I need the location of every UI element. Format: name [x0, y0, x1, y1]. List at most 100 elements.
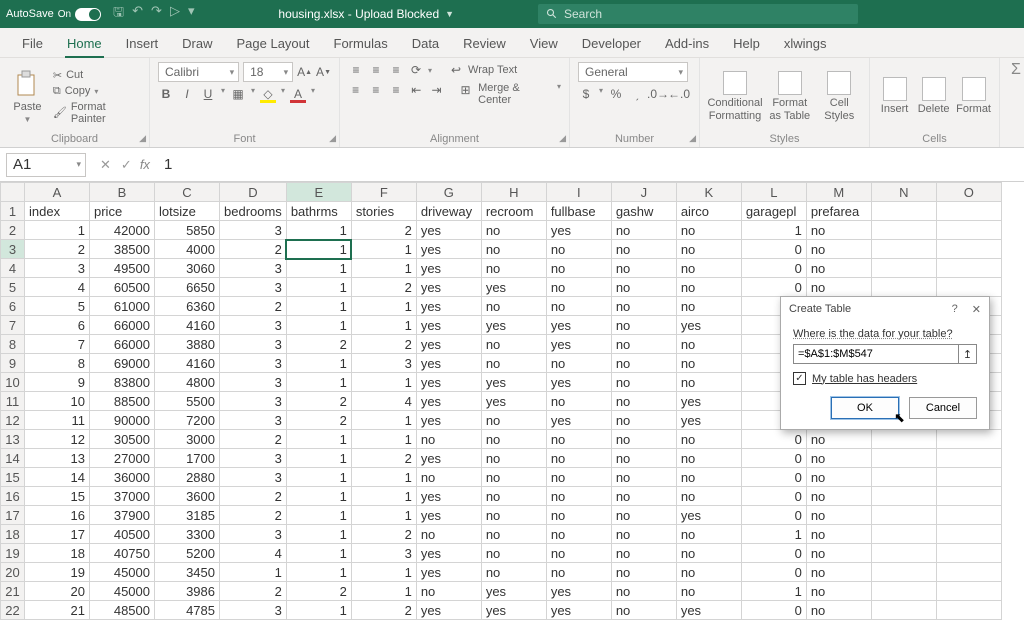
cell[interactable]: yes: [546, 582, 611, 601]
cell[interactable]: 1: [351, 468, 416, 487]
tab-developer[interactable]: Developer: [570, 30, 653, 57]
font-name-combo[interactable]: Calibri: [158, 62, 239, 82]
row-header[interactable]: 1: [1, 202, 25, 221]
cell[interactable]: 8: [25, 354, 90, 373]
align-left-icon[interactable]: ≡: [348, 82, 363, 98]
cell[interactable]: garagepl: [741, 202, 806, 221]
cell[interactable]: recroom: [481, 202, 546, 221]
cell[interactable]: [871, 430, 936, 449]
cell[interactable]: yes: [416, 601, 481, 620]
cell[interactable]: 3: [220, 468, 287, 487]
cell[interactable]: no: [546, 392, 611, 411]
cell[interactable]: [936, 240, 1001, 259]
wrap-text-button[interactable]: Wrap Text: [468, 64, 517, 76]
cell[interactable]: no: [676, 335, 741, 354]
cell[interactable]: 3: [25, 259, 90, 278]
cell[interactable]: 1: [351, 506, 416, 525]
cell[interactable]: [936, 525, 1001, 544]
cell[interactable]: no: [806, 601, 871, 620]
close-icon[interactable]: ✕: [972, 303, 981, 316]
touch-icon[interactable]: ▷: [170, 3, 180, 25]
cell[interactable]: yes: [481, 278, 546, 297]
cell[interactable]: 1: [351, 240, 416, 259]
cell[interactable]: 10: [25, 392, 90, 411]
cell[interactable]: [871, 506, 936, 525]
cell[interactable]: no: [481, 525, 546, 544]
cell[interactable]: [871, 259, 936, 278]
cell[interactable]: yes: [676, 411, 741, 430]
cell[interactable]: 0: [741, 449, 806, 468]
column-header-C[interactable]: C: [155, 183, 220, 202]
tab-home[interactable]: Home: [55, 30, 114, 57]
cell[interactable]: yes: [546, 335, 611, 354]
column-header-D[interactable]: D: [220, 183, 287, 202]
row-header[interactable]: 16: [1, 487, 25, 506]
cell[interactable]: no: [611, 221, 676, 240]
cell[interactable]: no: [546, 297, 611, 316]
cell[interactable]: no: [611, 430, 676, 449]
cell[interactable]: no: [806, 449, 871, 468]
cell[interactable]: [936, 487, 1001, 506]
cell[interactable]: 1: [741, 525, 806, 544]
cell[interactable]: yes: [676, 316, 741, 335]
cell[interactable]: 1: [286, 449, 351, 468]
fill-color-button[interactable]: ◇: [260, 86, 276, 102]
cell[interactable]: no: [481, 430, 546, 449]
cell[interactable]: [871, 240, 936, 259]
tab-review[interactable]: Review: [451, 30, 518, 57]
indent-increase-icon[interactable]: ⇥: [429, 82, 444, 98]
column-header-L[interactable]: L: [741, 183, 806, 202]
cell[interactable]: 2: [351, 601, 416, 620]
paste-button[interactable]: Paste ▼: [8, 69, 47, 124]
cell[interactable]: 2: [220, 240, 287, 259]
cell[interactable]: yes: [416, 259, 481, 278]
search-input[interactable]: Search: [538, 4, 858, 24]
cell[interactable]: 0: [741, 544, 806, 563]
headers-checkbox[interactable]: ✓ My table has headers: [793, 372, 977, 385]
cell[interactable]: 15: [25, 487, 90, 506]
cell[interactable]: 3: [351, 544, 416, 563]
cell-styles-button[interactable]: Cell Styles: [818, 71, 862, 121]
row-header[interactable]: 9: [1, 354, 25, 373]
cell[interactable]: 1: [286, 221, 351, 240]
cell[interactable]: 2: [286, 582, 351, 601]
cell[interactable]: yes: [481, 316, 546, 335]
cell[interactable]: 69000: [90, 354, 155, 373]
format-cells-button[interactable]: Format: [956, 77, 991, 115]
cell[interactable]: no: [611, 392, 676, 411]
cell[interactable]: [936, 468, 1001, 487]
cell[interactable]: no: [611, 335, 676, 354]
tab-page-layout[interactable]: Page Layout: [225, 30, 322, 57]
cell[interactable]: 0: [741, 468, 806, 487]
cancel-formula-icon[interactable]: ✕: [100, 157, 111, 173]
cell[interactable]: yes: [416, 316, 481, 335]
italic-button[interactable]: I: [179, 86, 195, 102]
cell[interactable]: [871, 582, 936, 601]
cell[interactable]: 5: [25, 297, 90, 316]
cell[interactable]: 3600: [155, 487, 220, 506]
cell[interactable]: 1: [351, 487, 416, 506]
formula-input[interactable]: 1: [158, 156, 172, 173]
cell[interactable]: 2: [220, 582, 287, 601]
cell[interactable]: 40750: [90, 544, 155, 563]
cell[interactable]: [936, 221, 1001, 240]
cell[interactable]: no: [481, 468, 546, 487]
format-painter-button[interactable]: 🖌Format Painter: [53, 101, 141, 125]
cell[interactable]: 2: [220, 297, 287, 316]
column-header-M[interactable]: M: [806, 183, 871, 202]
cell[interactable]: yes: [546, 221, 611, 240]
cell[interactable]: no: [546, 430, 611, 449]
cell[interactable]: 45000: [90, 563, 155, 582]
row-header[interactable]: 8: [1, 335, 25, 354]
cell[interactable]: 1: [351, 582, 416, 601]
cell[interactable]: 6360: [155, 297, 220, 316]
cell[interactable]: yes: [416, 487, 481, 506]
cell[interactable]: 3000: [155, 430, 220, 449]
cell[interactable]: 90000: [90, 411, 155, 430]
cell[interactable]: yes: [416, 544, 481, 563]
cell[interactable]: no: [611, 411, 676, 430]
insert-cells-button[interactable]: Insert: [878, 77, 911, 115]
column-header-K[interactable]: K: [676, 183, 741, 202]
cell[interactable]: no: [806, 506, 871, 525]
row-header[interactable]: 5: [1, 278, 25, 297]
